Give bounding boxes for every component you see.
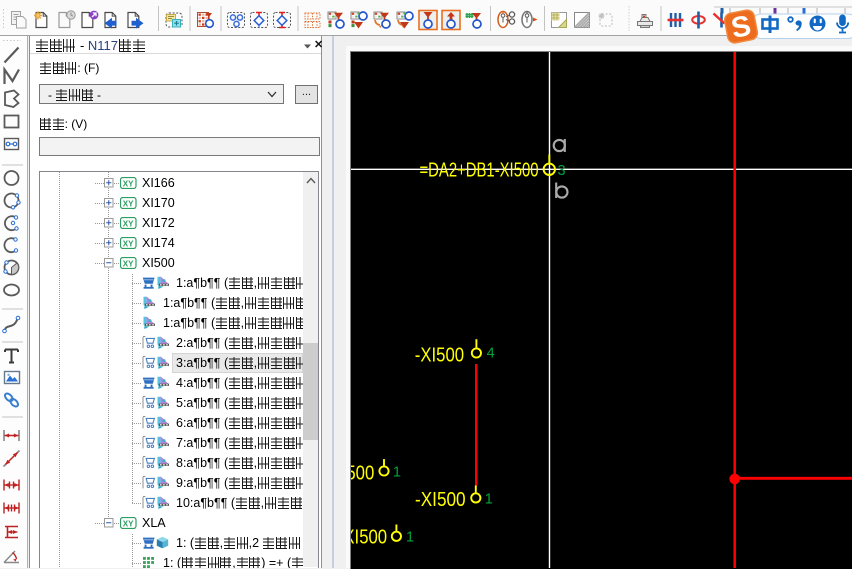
svg-text:1: 1 [406, 530, 414, 546]
svg-text:3: 3 [558, 163, 566, 179]
svg-text:1: 1 [393, 465, 401, 481]
svg-text:=DA2+DB1-XI500: =DA2+DB1-XI500 [420, 159, 539, 182]
svg-text:-XI500: -XI500 [351, 461, 374, 484]
svg-text:-XI500: -XI500 [415, 343, 464, 366]
svg-text:-XI500: -XI500 [415, 488, 466, 511]
svg-text:4: 4 [487, 346, 495, 362]
svg-text:-XI500: -XI500 [351, 526, 387, 549]
svg-text:1: 1 [485, 492, 493, 508]
